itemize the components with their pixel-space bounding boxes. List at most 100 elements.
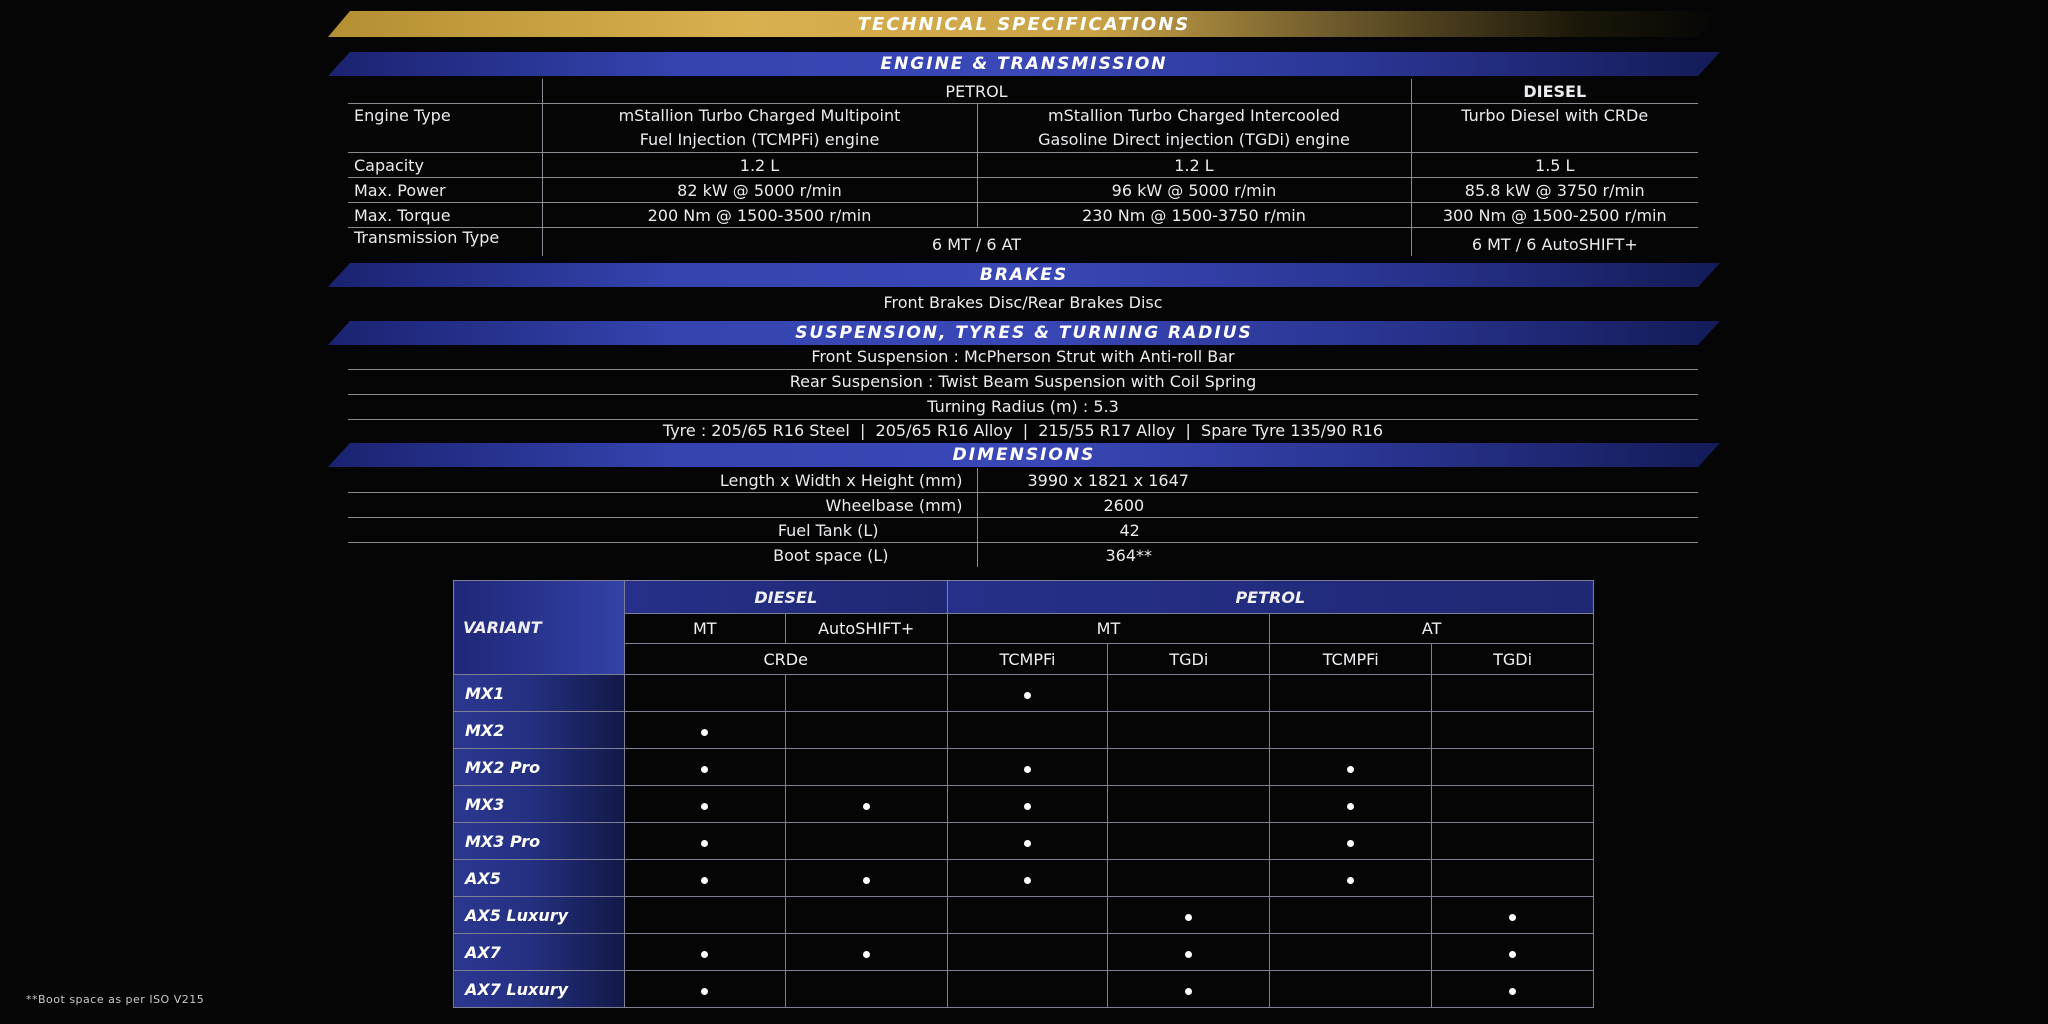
availability-cell [784,785,948,823]
availability-cell [1107,859,1271,897]
petrol-header: PETROL [541,79,1411,104]
dimension-label: Length x Width x Height (mm) [719,470,963,490]
engine-type-tcmpfi-line2: Fuel Injection (TCMPFi) engine [639,130,880,149]
variant-name: MX2 [453,711,625,749]
available-dot-icon [1024,691,1032,699]
blank-cell [348,79,542,104]
dimensions-table: Length x Width x Height (mm) 3990 x 1821… [348,468,1698,567]
availability-cell [1107,674,1271,712]
variant-row: MX3 Pro [453,822,1594,860]
power-tcmpfi: 82 kW @ 5000 r/min [541,177,977,203]
petrol-mt-header: MT [946,613,1271,644]
suspension-section-header: SUSPENSION, TYRES & TURNING RADIUS [328,321,1720,345]
torque-label: Max. Torque [354,205,451,225]
engine-type-tgdi: mStallion Turbo Charged Intercooled Gasol… [976,103,1411,153]
power-tgdi: 96 kW @ 5000 r/min [976,177,1411,203]
engine-type-label: Engine Type [354,106,451,125]
footnote: **Boot space as per ISO V215 [26,993,205,1006]
variant-name: AX5 [453,859,625,897]
available-dot-icon [701,839,709,847]
availability-cell [784,859,948,897]
diesel-autoshift-header: AutoSHIFT+ [784,613,948,644]
variant-header: VARIANT [453,580,625,675]
variant-row: MX1 [453,674,1594,712]
dimension-value: 42 [976,517,1698,543]
tcmpfi-at-header: TCMPFi [1269,643,1433,675]
suspension-section-title: SUSPENSION, TYRES & TURNING RADIUS [795,323,1253,343]
available-dot-icon [701,765,709,773]
availability-cell [784,896,948,934]
availability-cell [784,822,948,860]
available-dot-icon [862,802,870,810]
diesel-header: DIESEL [1410,79,1698,104]
available-dot-icon [1024,876,1032,884]
transmission-label: Transmission Type [354,228,500,247]
variant-row: MX2 [453,711,1594,749]
diesel-group-header: DIESEL [623,580,948,614]
variant-row: AX7 Luxury [453,970,1594,1008]
variant-name: MX1 [453,674,625,712]
power-diesel: 85.8 kW @ 3750 r/min [1410,177,1698,203]
tyre-line: Tyre : 205/65 R16 Steel | 205/65 R16 All… [662,421,1384,440]
availability-cell [946,822,1109,860]
rear-suspension-line: Rear Suspension : Twist Beam Suspension … [348,370,1698,395]
engine-type-tgdi-line2: Gasoline Direct injection (TGDi) engine [1038,130,1350,149]
available-dot-icon [862,950,870,958]
transmission-diesel: 6 MT / 6 AutoSHIFT+ [1410,227,1698,256]
availability-cell [1431,859,1594,897]
available-dot-icon [1347,839,1355,847]
available-dot-icon [1024,765,1032,773]
availability-cell [1107,933,1271,971]
variant-row: AX5 Luxury [453,896,1594,934]
availability-cell [1269,859,1433,897]
availability-cell [946,711,1109,749]
variant-row: MX2 Pro [453,748,1594,786]
brakes-section-title: BRAKES [979,265,1069,285]
transmission-petrol: 6 MT / 6 AT [541,227,1411,256]
availability-cell [946,896,1109,934]
available-dot-icon [1509,987,1517,995]
available-dot-icon [1347,876,1355,884]
availability-cell [1431,896,1594,934]
availability-cell [1431,822,1594,860]
power-label: Max. Power [354,180,446,200]
available-dot-icon [1347,765,1355,773]
availability-cell [1431,748,1594,786]
variant-row: AX5 [453,859,1594,897]
technical-specifications-banner: TECHNICAL SPECIFICATIONS [328,11,1720,37]
availability-cell [1431,970,1594,1008]
availability-cell [1107,970,1271,1008]
available-dot-icon [1185,913,1193,921]
brakes-section-header: BRAKES [328,263,1720,287]
availability-cell [623,859,786,897]
crde-header: CRDe [623,643,948,675]
available-dot-icon [701,802,709,810]
variant-name: AX5 Luxury [453,896,625,934]
torque-diesel: 300 Nm @ 1500-2500 r/min [1410,202,1698,228]
availability-cell [1269,748,1433,786]
availability-cell [1269,822,1433,860]
tgdi-at-header: TGDi [1431,643,1594,675]
availability-cell [946,859,1109,897]
page-title: TECHNICAL SPECIFICATIONS [857,13,1191,35]
torque-tgdi: 230 Nm @ 1500-3750 r/min [976,202,1411,228]
availability-cell [1431,674,1594,712]
engine-type-tcmpfi-line1: mStallion Turbo Charged Multipoint [618,106,901,125]
variant-row: AX7 [453,933,1594,971]
availability-cell [1431,785,1594,823]
availability-cell [784,933,948,971]
turning-radius-line: Turning Radius (m) : 5.3 [348,395,1698,420]
availability-cell [1107,748,1271,786]
availability-cell [623,748,786,786]
torque-tcmpfi: 200 Nm @ 1500-3500 r/min [541,202,977,228]
engine-type-tgdi-line1: mStallion Turbo Charged Intercooled [1048,106,1340,125]
variant-name: AX7 [453,933,625,971]
availability-cell [946,970,1109,1008]
availability-cell [623,711,786,749]
available-dot-icon [1024,802,1032,810]
available-dot-icon [862,876,870,884]
diesel-mt-header: MT [623,613,786,644]
availability-cell [1107,711,1271,749]
available-dot-icon [701,876,709,884]
availability-cell [1107,822,1271,860]
